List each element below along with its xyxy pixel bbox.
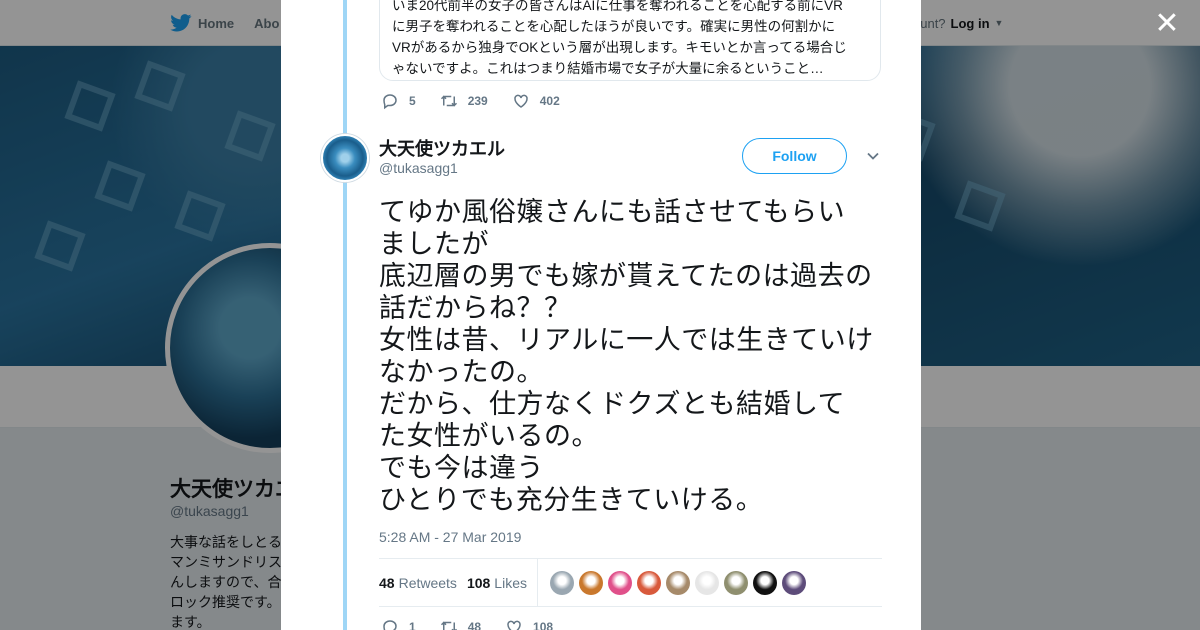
retweets-stat-label: Retweets — [398, 574, 457, 591]
quoted-tweet-card[interactable]: いま20代前半の女子の皆さんはAIに仕事を奪われることを心配する前にVR に男子… — [379, 0, 881, 81]
liker-avatar[interactable] — [578, 570, 603, 595]
like-button[interactable]: 108 — [505, 618, 553, 630]
tweet-line: た女性がいるの。 — [379, 421, 599, 451]
author-name[interactable]: 大天使ツカエル — [379, 135, 505, 161]
retweet-icon — [440, 95, 457, 107]
follow-button[interactable]: Follow — [742, 138, 847, 174]
quoted-tweet-text: いま20代前半の女子の皆さんはAIに仕事を奪われることを心配する前にVR に男子… — [392, 0, 868, 79]
close-icon[interactable]: ✕ — [1152, 9, 1182, 40]
retweet-button[interactable]: 48 — [440, 618, 481, 630]
retweet-icon — [440, 621, 457, 630]
author-handle[interactable]: @tukasagg1 — [379, 160, 458, 176]
like-count: 108 — [533, 620, 554, 630]
quoted-line: いま20代前半の女子の皆さんはAIに仕事を奪われることを心配する前にVR — [392, 0, 843, 13]
reply-count: 1 — [409, 620, 416, 630]
retweets-stat[interactable]: 48 Retweets — [379, 575, 457, 591]
reply-button[interactable]: 1 — [381, 618, 416, 630]
liker-avatar[interactable] — [694, 570, 719, 595]
tweet-line: なかったの。 — [379, 357, 544, 387]
liker-avatar[interactable] — [752, 570, 777, 595]
liker-avatar[interactable] — [723, 570, 748, 595]
quoted-line: ゃないですよ。これはつまり結婚市場で女子が大量に余るということ… — [392, 61, 824, 76]
liker-avatar[interactable] — [607, 570, 632, 595]
retweets-stat-count: 48 — [379, 574, 395, 591]
previous-tweet-actions: 5 239 402 — [381, 92, 584, 110]
likes-stat[interactable]: 108 Likes — [467, 575, 527, 591]
tweet-line: 話だからね？？ — [379, 293, 572, 323]
likes-stat-label: Likes — [494, 574, 527, 591]
heart-icon — [513, 94, 528, 108]
liker-avatars — [549, 570, 806, 595]
like-button[interactable]: 402 — [512, 92, 560, 110]
tweet-line: でも今は違う — [379, 453, 544, 483]
like-count: 402 — [539, 94, 560, 108]
thread-connector-line — [343, 0, 347, 630]
reply-button[interactable]: 5 — [381, 92, 416, 110]
quoted-line: VRがあるから独身でOKという層が出現します。キモいとか言ってる場合じ — [392, 40, 847, 55]
quoted-line: に男子を奪われることを心配したほうが良いです。確実に男性の何割かに — [392, 19, 836, 34]
tweet-line: だから、仕方なくドクズとも結婚して — [379, 389, 846, 419]
likes-stat-count: 108 — [466, 574, 491, 591]
tweet-line: てゆか風俗嬢さんにも話させてもらい — [379, 197, 846, 227]
tweet-text: てゆか風俗嬢さんにも話させてもらい ましたが 底辺層の男でも嫁が貰えてたのは過去… — [379, 196, 889, 516]
tweet-stats: 48 Retweets 108 Likes — [379, 558, 882, 607]
tweet-line: 女性は昔、リアルに一人では生きていけ — [379, 325, 874, 355]
liker-avatar[interactable] — [636, 570, 661, 595]
chevron-down-icon[interactable] — [866, 149, 880, 163]
tweet-line: 底辺層の男でも嫁が貰えてたのは過去の — [379, 261, 873, 291]
tweet-modal: いま20代前半の女子の皆さんはAIに仕事を奪われることを心配する前にVR に男子… — [281, 0, 921, 630]
tweet-line: ましたが — [379, 229, 489, 259]
liker-avatar[interactable] — [781, 570, 806, 595]
tweet-line: ひとりでも充分生きていける。 — [379, 485, 764, 515]
reply-icon — [383, 94, 397, 110]
tweet-actions: 1 48 108 — [381, 618, 577, 630]
author-avatar[interactable] — [321, 134, 369, 182]
liker-avatar[interactable] — [549, 570, 574, 595]
retweet-count: 239 — [467, 94, 488, 108]
reply-icon — [383, 620, 397, 630]
retweet-button[interactable]: 239 — [440, 92, 488, 110]
retweet-count: 48 — [467, 620, 482, 630]
heart-icon — [507, 620, 521, 630]
stats-divider — [536, 558, 538, 607]
reply-count: 5 — [409, 94, 416, 108]
tweet-timestamp[interactable]: 5:28 AM - 27 Mar 2019 — [379, 529, 521, 545]
liker-avatar[interactable] — [665, 570, 690, 595]
